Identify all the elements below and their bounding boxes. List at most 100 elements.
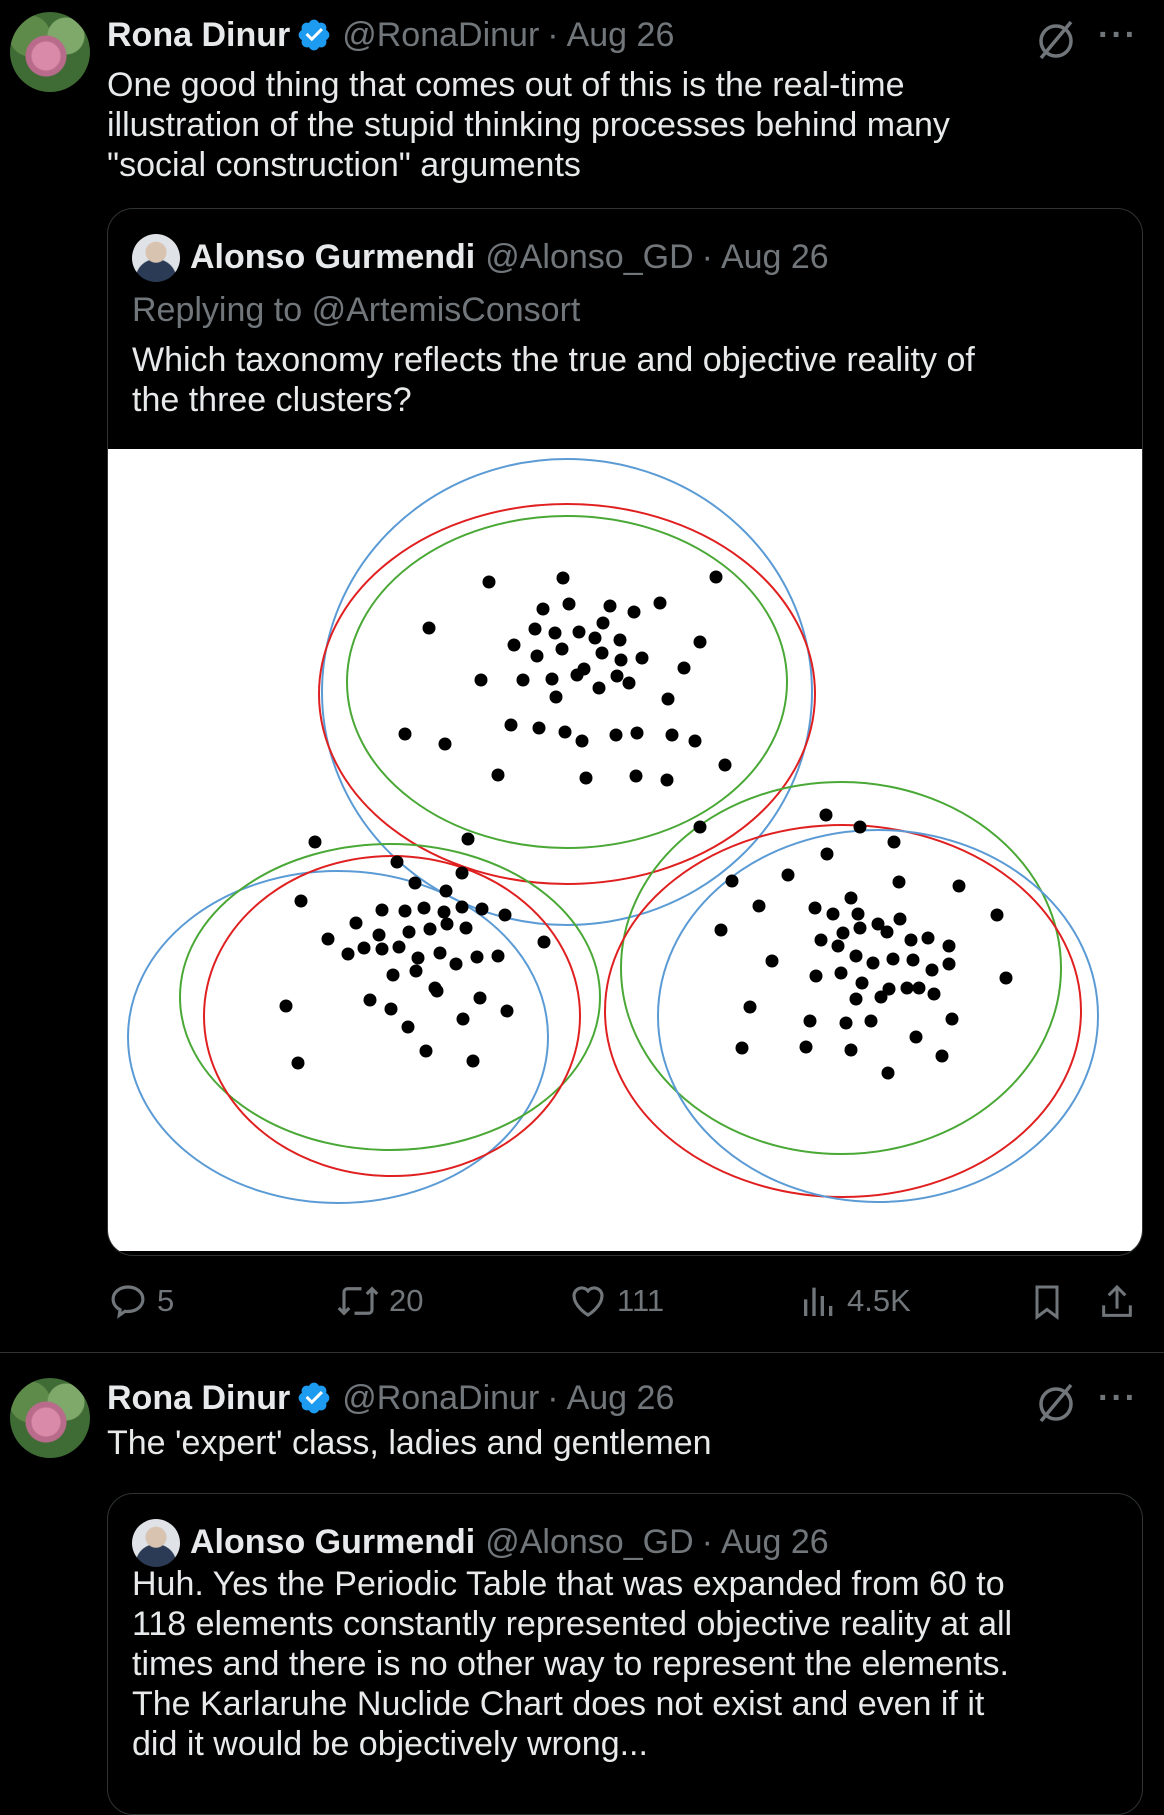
cluster-point: [752, 899, 766, 913]
cluster-point: [853, 921, 867, 935]
separator-dot: ·: [547, 1378, 559, 1417]
cluster-point: [693, 820, 707, 834]
cluster-point: [688, 734, 702, 748]
cluster-point: [942, 939, 956, 953]
cluster-point: [579, 771, 593, 785]
cluster-point: [925, 963, 939, 977]
cluster-point: [409, 964, 423, 978]
cluster-point: [459, 921, 473, 935]
share-button[interactable]: [1097, 1280, 1145, 1324]
cluster-point: [999, 971, 1013, 985]
quoted-tweet[interactable]: Alonso Gurmendi @Alonso_GD · Aug 26 Repl…: [107, 208, 1143, 1256]
repost-icon: [337, 1286, 379, 1316]
more-icon[interactable]: ···: [1098, 1379, 1138, 1418]
quote-author-name: Alonso Gurmendi: [190, 238, 476, 276]
cluster-point: [532, 721, 546, 735]
cluster-point: [516, 673, 530, 687]
tweet-text: One good thing that comes out of this is…: [107, 65, 950, 185]
cluster-point: [402, 925, 416, 939]
cluster-point: [430, 984, 444, 998]
cluster-ellipse-green: [346, 515, 788, 849]
repost-button[interactable]: 20: [335, 1280, 423, 1322]
cluster-point: [900, 981, 914, 995]
views-button[interactable]: 4.5K: [799, 1280, 911, 1322]
cluster-point: [831, 939, 845, 953]
quoted-tweet[interactable]: Alonso Gurmendi @Alonso_GD · Aug 26 Huh.…: [107, 1493, 1143, 1815]
cluster-point: [826, 907, 840, 921]
cluster-ellipse-red: [604, 824, 1082, 1198]
author-handle[interactable]: @RonaDinur: [342, 16, 539, 55]
cluster-point: [555, 642, 569, 656]
quote-text: Huh. Yes the Periodic Table that was exp…: [132, 1564, 1132, 1764]
cluster-point: [906, 953, 920, 967]
cluster-point: [887, 835, 901, 849]
cluster-point: [693, 635, 707, 649]
tweet-actions: 5 20 111 4.5K: [107, 1278, 1147, 1328]
cluster-point: [438, 737, 452, 751]
cluster-point: [781, 868, 795, 882]
cluster-point: [392, 940, 406, 954]
cluster-point: [474, 673, 488, 687]
author-avatar[interactable]: [10, 12, 90, 92]
cluster-point: [660, 773, 674, 787]
cluster-point: [735, 1041, 749, 1055]
cluster-point: [504, 718, 518, 732]
grok-icon[interactable]: [1033, 16, 1079, 62]
cluster-point: [491, 949, 505, 963]
quote-text-line: times and there is no other way to repre…: [132, 1645, 1009, 1683]
cluster-point: [880, 925, 894, 939]
cluster-point: [718, 758, 732, 772]
cluster-point: [375, 903, 389, 917]
cluster-point: [384, 1002, 398, 1016]
cluster-point: [440, 917, 454, 931]
cluster-point: [945, 1012, 959, 1026]
cluster-point: [470, 950, 484, 964]
grok-icon[interactable]: [1033, 1379, 1079, 1425]
cluster-point: [892, 875, 906, 889]
tweet[interactable]: Rona Dinur @RonaDinur · Aug 26 ··· One g…: [0, 0, 1164, 1352]
cluster-point: [528, 622, 542, 636]
quote-image[interactable]: [108, 449, 1142, 1251]
cluster-point: [596, 616, 610, 630]
views-icon: [804, 1287, 833, 1316]
cluster-point: [893, 912, 907, 926]
tweet-time[interactable]: Aug 26: [567, 1379, 675, 1418]
author-avatar[interactable]: [10, 1378, 90, 1458]
quote-time: Aug 26: [720, 1523, 829, 1561]
cluster-point: [401, 1020, 415, 1034]
author-name[interactable]: Rona Dinur: [107, 16, 290, 55]
cluster-point: [423, 922, 437, 936]
cluster-point: [422, 621, 436, 635]
like-button[interactable]: 111: [567, 1280, 664, 1322]
author-handle[interactable]: @RonaDinur: [342, 1379, 539, 1418]
tweet-text: The 'expert' class, ladies and gentlemen: [107, 1423, 712, 1463]
reply-count: 5: [157, 1283, 175, 1318]
cluster-point: [630, 726, 644, 740]
cluster-point: [294, 894, 308, 908]
cluster-point: [904, 933, 918, 947]
quote-text-line: Huh. Yes the Periodic Table that was exp…: [132, 1565, 1005, 1603]
tweet-time[interactable]: Aug 26: [567, 16, 675, 55]
quote-text-line: did it would be objectively wrong...: [132, 1725, 648, 1763]
cluster-point: [461, 832, 475, 846]
quote-text-line: The Karlaruhe Nuclide Chart does not exi…: [132, 1685, 985, 1723]
separator-dot: ·: [701, 238, 713, 276]
more-icon[interactable]: ···: [1098, 16, 1138, 55]
cluster-point: [874, 990, 888, 1004]
cluster-point: [803, 1014, 817, 1028]
reply-button[interactable]: 5: [107, 1280, 174, 1322]
cluster-point: [556, 571, 570, 585]
cluster-point: [372, 928, 386, 942]
tweet[interactable]: Rona Dinur @RonaDinur · Aug 26 ··· The '…: [0, 1353, 1164, 1815]
quote-header: Alonso Gurmendi @Alonso_GD · Aug 26: [190, 1523, 829, 1562]
cluster-point: [475, 902, 489, 916]
cluster-point: [629, 769, 643, 783]
author-name[interactable]: Rona Dinur: [107, 1379, 290, 1418]
cluster-point: [709, 570, 723, 584]
cluster-point: [677, 661, 691, 675]
tweet-text-line: The 'expert' class, ladies and gentlemen: [107, 1424, 712, 1462]
bookmark-button[interactable]: [1027, 1280, 1075, 1324]
cluster-point: [408, 876, 422, 890]
cluster-point: [851, 907, 865, 921]
replying-to-mention[interactable]: @ArtemisConsort: [312, 291, 581, 329]
